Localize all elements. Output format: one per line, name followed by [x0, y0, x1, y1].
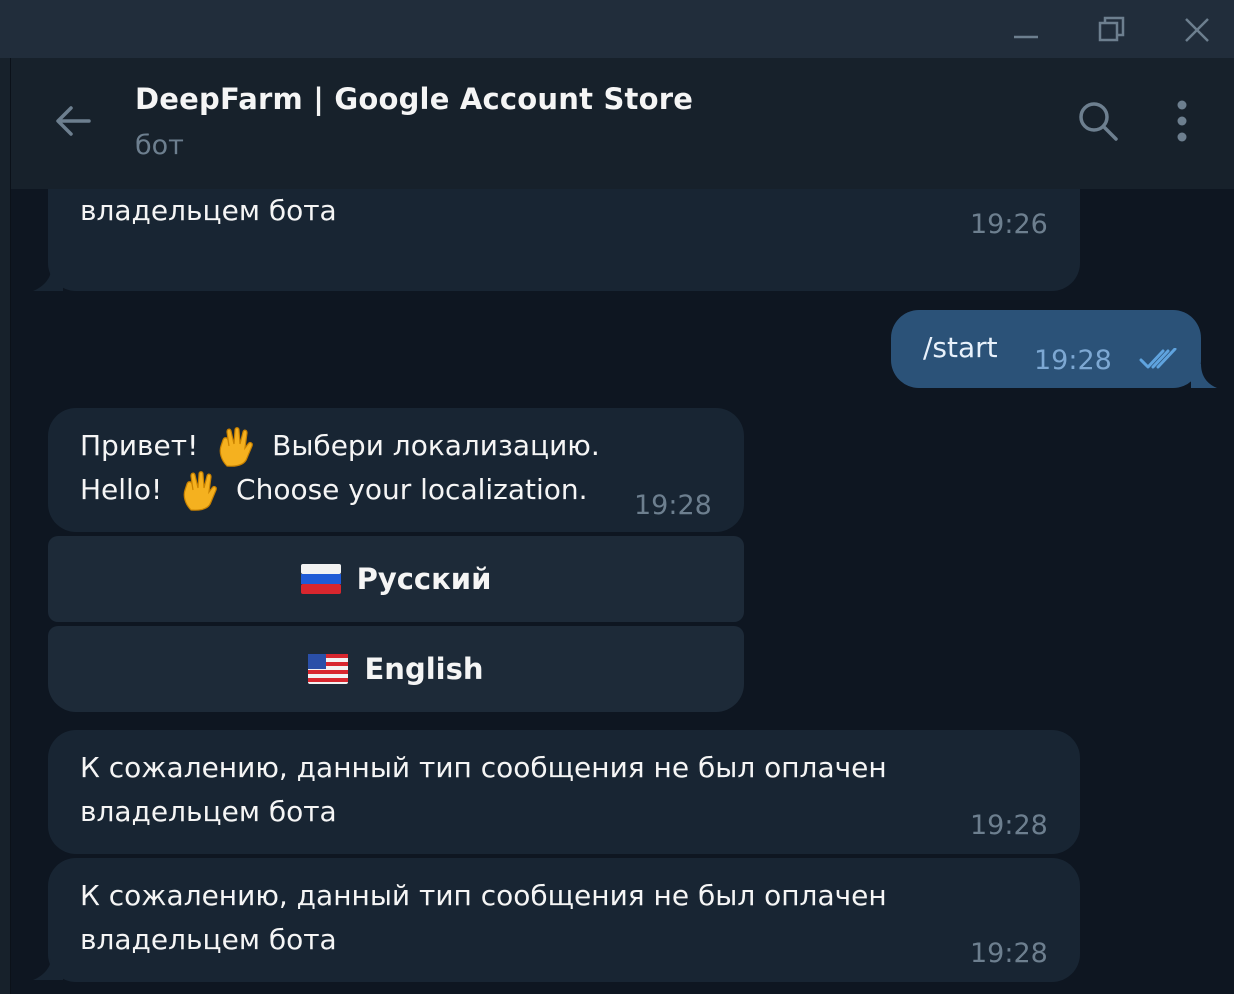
keyboard-button-label: Русский	[356, 562, 492, 596]
more-vertical-icon	[1177, 100, 1187, 142]
incoming-message: К сожалению, данный тип сообщения не был…	[48, 858, 1080, 982]
message-time: 19:28	[634, 490, 712, 521]
message-time: 19:28	[970, 938, 1048, 969]
bubble-tail	[1191, 364, 1217, 388]
close-icon	[1185, 18, 1209, 42]
window-titlebar	[0, 0, 1234, 58]
message-time: 19:26	[970, 209, 1048, 240]
message-text: К сожалению, данный тип сообщения не был…	[80, 194, 337, 227]
message-list[interactable]: К сожалению, данный тип сообщения не был…	[11, 189, 1234, 994]
minimize-button[interactable]	[1006, 10, 1046, 50]
search-icon	[1079, 102, 1118, 141]
restore-icon	[1098, 16, 1125, 42]
message-text: К сожалению, данный тип сообщения не был…	[80, 751, 887, 828]
search-button[interactable]	[1075, 98, 1121, 144]
greeting-text: Hello!	[80, 473, 163, 506]
arrow-left-icon	[56, 106, 91, 136]
vulcan-salute-icon	[183, 471, 217, 511]
message-time: 19:28	[1034, 345, 1112, 376]
vulcan-salute-icon	[219, 427, 253, 467]
message-line: Hello! Choose your localization.	[80, 468, 588, 512]
chat-subtitle: бот	[135, 130, 184, 161]
outgoing-message: /start 19:28	[891, 310, 1201, 388]
chat-header: DeepFarm | Google Account Store бот	[11, 58, 1234, 189]
left-panel-edge	[0, 58, 10, 994]
bubble-tail	[33, 958, 63, 980]
minimize-icon	[1014, 35, 1038, 39]
keyboard-button-english[interactable]: English	[48, 626, 744, 712]
keyboard-button-label: English	[364, 652, 484, 686]
message-text: /start	[923, 331, 998, 364]
bubble-tail	[33, 269, 63, 291]
message-text: К сожалению, данный тип сообщения не был…	[80, 879, 887, 956]
double-check-icon	[1139, 348, 1177, 369]
close-window-button[interactable]	[1177, 10, 1217, 50]
more-button[interactable]	[1165, 98, 1199, 144]
greeting-text: Choose your localization.	[236, 473, 588, 506]
chat-title[interactable]: DeepFarm | Google Account Store	[135, 82, 693, 116]
message-line: Привет! Выбери локализацию.	[80, 424, 600, 468]
russia-flag-icon	[300, 564, 341, 594]
message-time: 19:28	[970, 810, 1048, 841]
incoming-message: К сожалению, данный тип сообщения не был…	[48, 189, 1080, 291]
back-button[interactable]	[51, 98, 97, 144]
incoming-message: Привет! Выбери локализацию. Hello! Choos…	[48, 408, 744, 532]
restore-button[interactable]	[1092, 10, 1132, 50]
greeting-text: Выбери локализацию.	[272, 429, 600, 462]
keyboard-button-russian[interactable]: Русский	[48, 536, 744, 622]
incoming-message: К сожалению, данный тип сообщения не был…	[48, 730, 1080, 854]
usa-flag-icon	[308, 654, 349, 684]
greeting-text: Привет!	[80, 429, 199, 462]
